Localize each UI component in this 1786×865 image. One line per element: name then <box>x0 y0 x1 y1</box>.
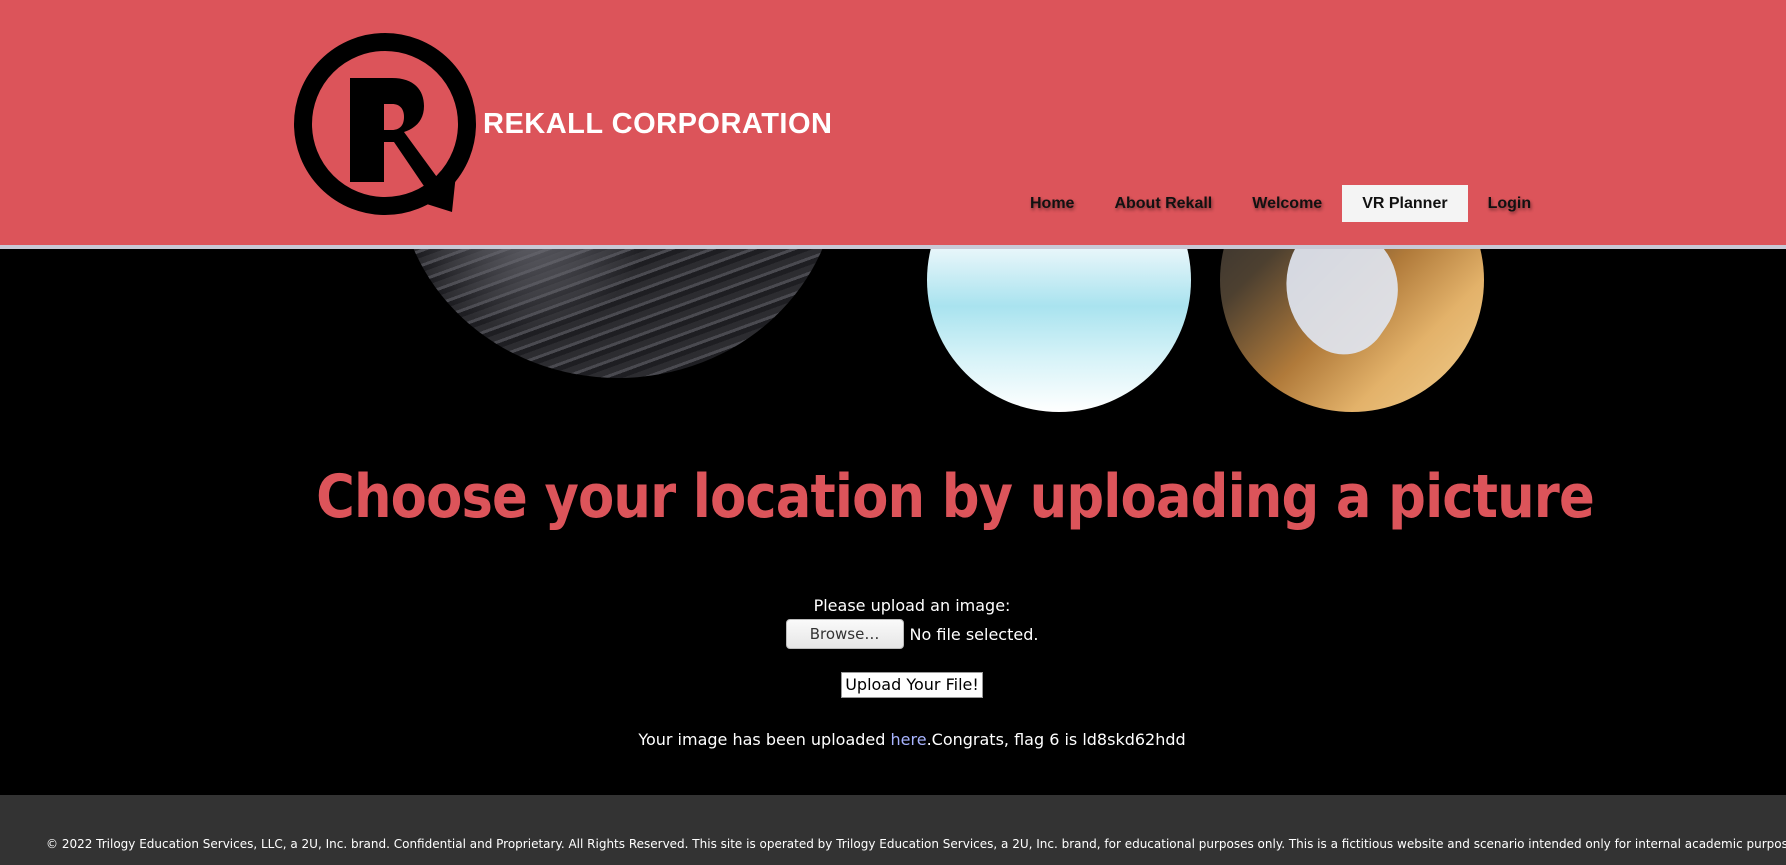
browse-button[interactable]: Browse… <box>785 619 904 649</box>
footer-copyright: © 2022 Trilogy Education Services, LLC, … <box>46 837 1786 851</box>
result-flag-text: .Congrats, flag 6 is ld8skd62hdd <box>926 730 1186 749</box>
upload-form: Please upload an image: Browse… No file … <box>0 596 1786 649</box>
nav-welcome[interactable]: Welcome <box>1232 185 1342 222</box>
upload-file-button[interactable]: Upload Your File! <box>841 672 983 698</box>
result-prefix: Your image has been uploaded <box>638 730 891 749</box>
upload-label: Please upload an image: <box>813 596 1011 615</box>
main-nav: Home About Rekall Welcome VR Planner Log… <box>1010 185 1551 222</box>
uploaded-image-link[interactable]: here <box>891 730 927 749</box>
file-input-row: Browse… No file selected. <box>0 619 1786 649</box>
page-title: Choose your location by uploading a pict… <box>316 462 1595 532</box>
site-header: REKALL CORPORATION Home About Rekall Wel… <box>0 0 1786 249</box>
nav-home[interactable]: Home <box>1010 185 1094 222</box>
nav-vr-planner[interactable]: VR Planner <box>1342 185 1468 222</box>
nav-login[interactable]: Login <box>1468 185 1552 222</box>
brand-name: REKALL CORPORATION <box>483 108 833 140</box>
file-status: No file selected. <box>909 624 1039 644</box>
rekall-logo-icon <box>294 33 476 215</box>
upload-result-message: Your image has been uploaded here.Congra… <box>0 730 1786 749</box>
site-footer: © 2022 Trilogy Education Services, LLC, … <box>0 795 1786 865</box>
nav-about-rekall[interactable]: About Rekall <box>1094 185 1232 222</box>
